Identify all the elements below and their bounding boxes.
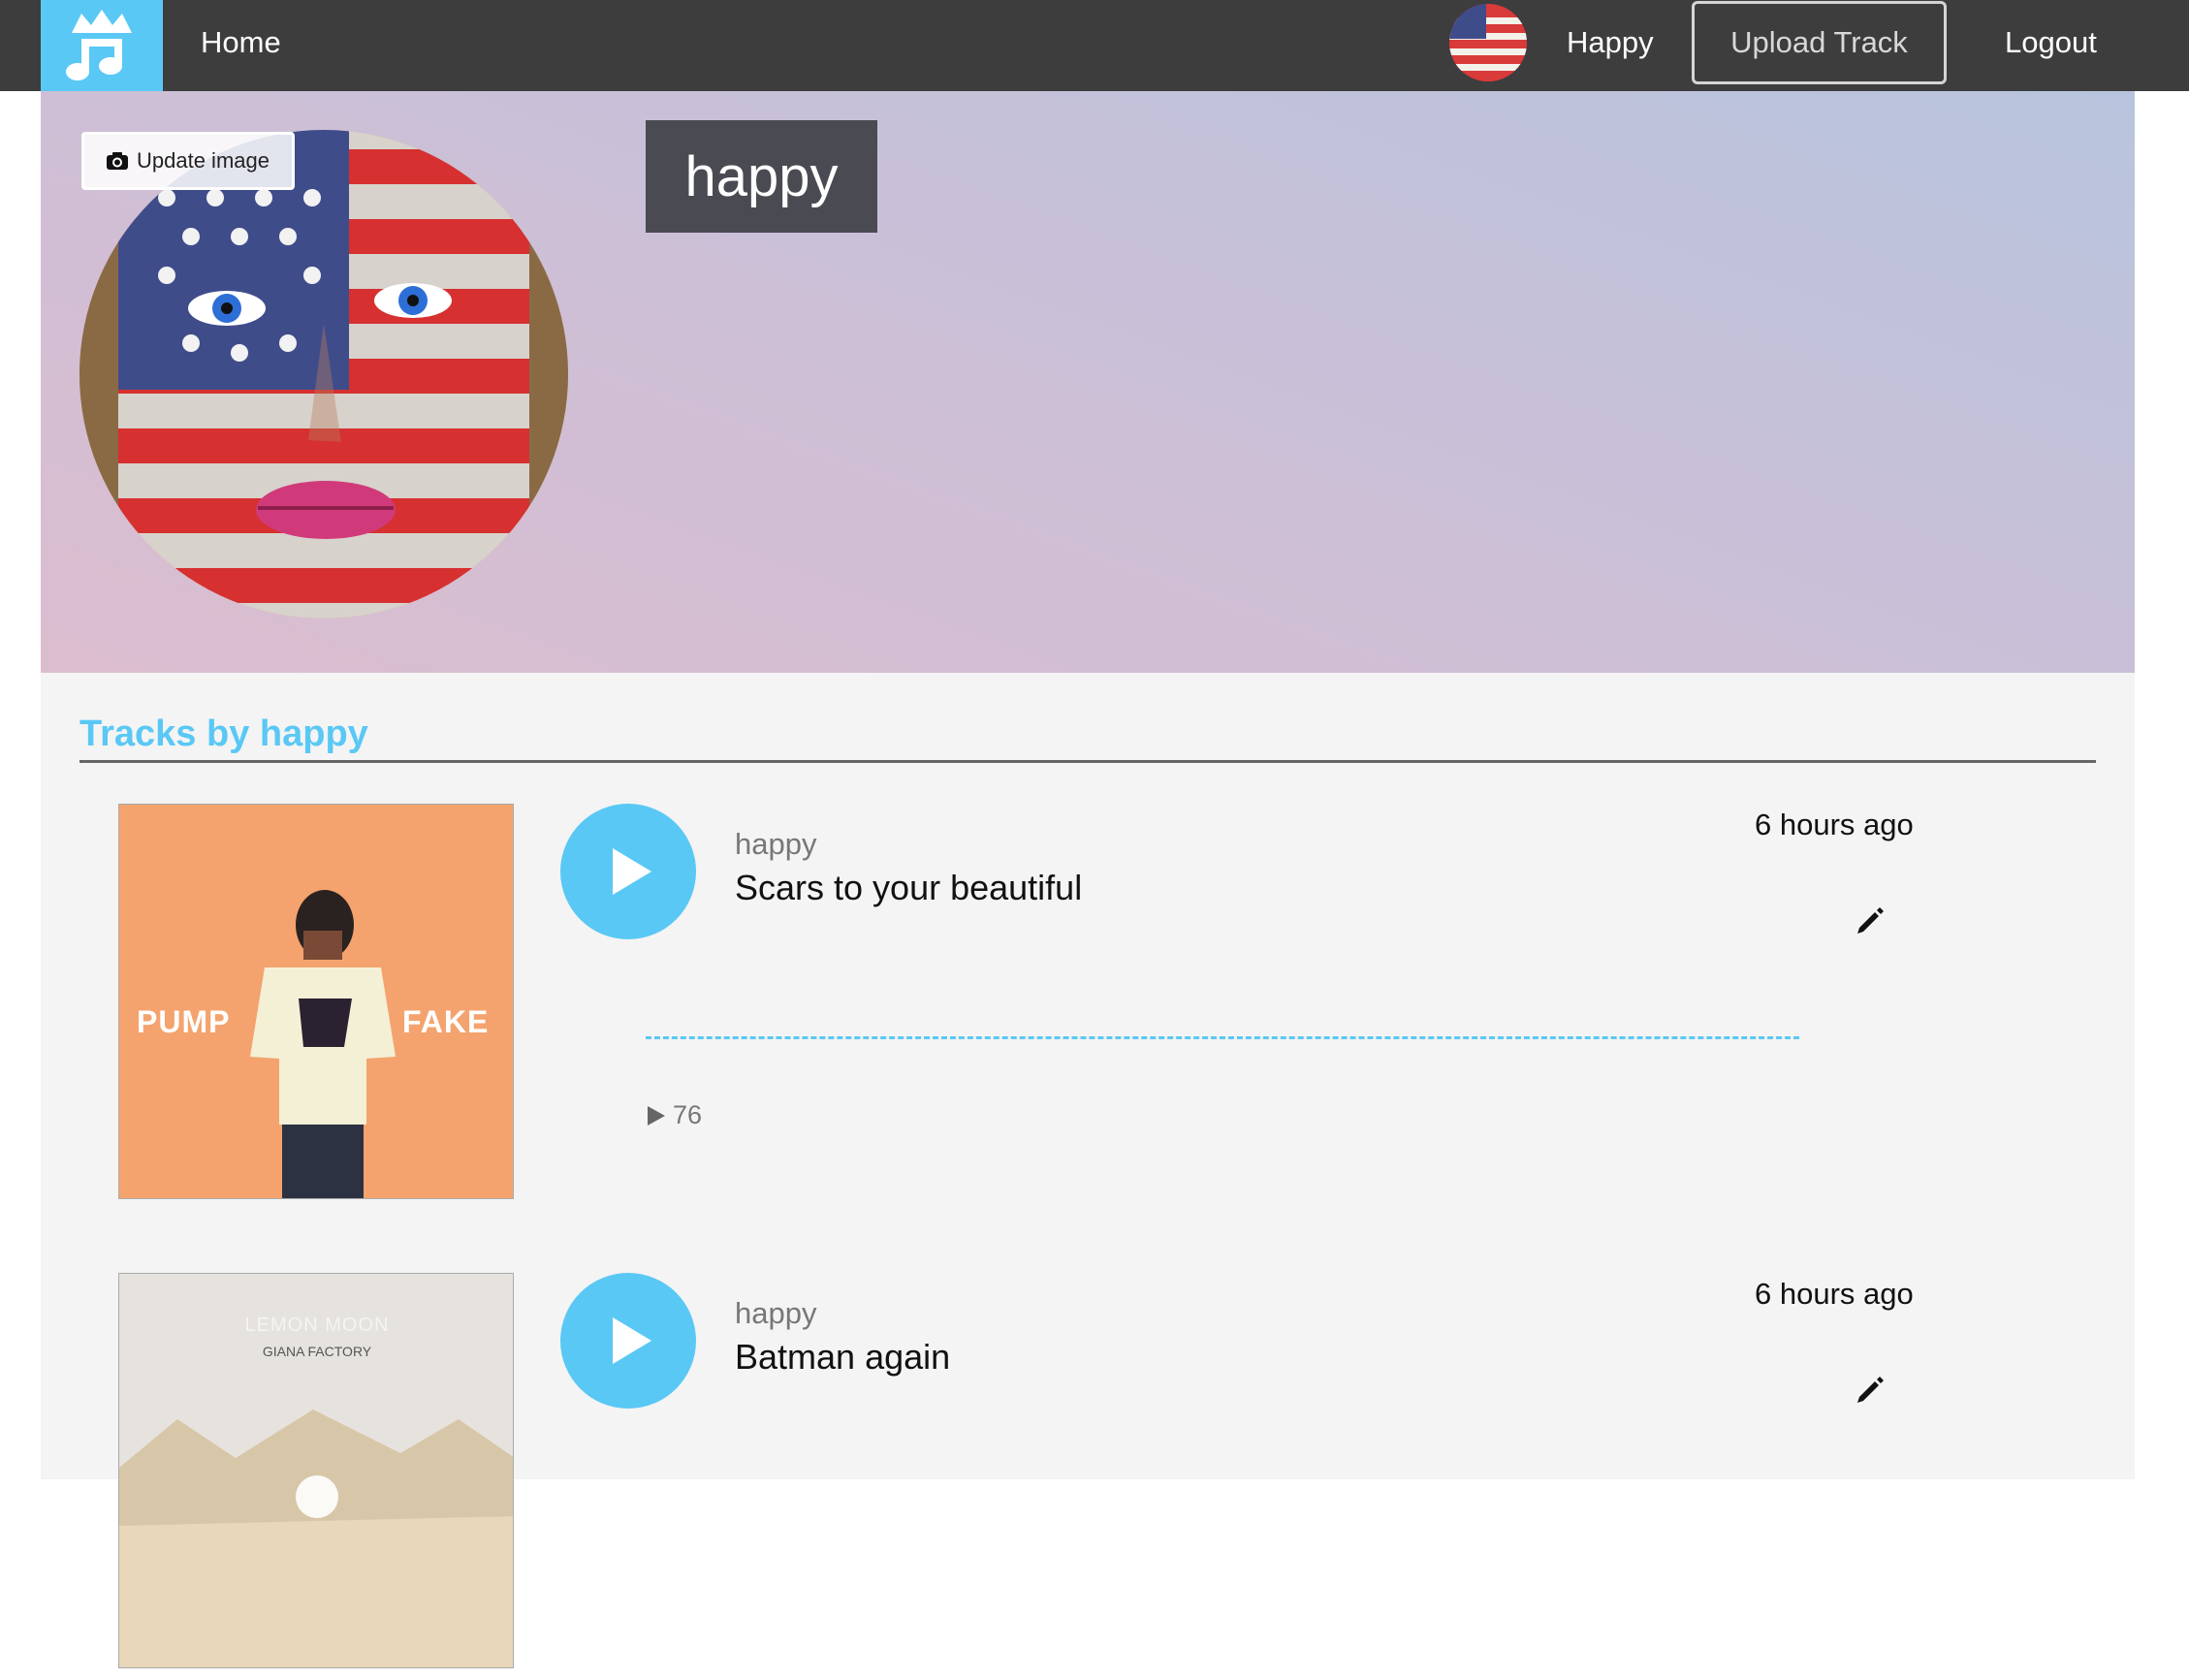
- nav-home-link[interactable]: Home: [201, 25, 281, 60]
- camera-icon: [106, 151, 129, 171]
- track-time-ago: 6 hours ago: [1755, 1277, 1914, 1311]
- profile-name-box: happy: [646, 120, 877, 233]
- upload-track-button[interactable]: Upload Track: [1692, 1, 1947, 84]
- edit-pencil-icon[interactable]: [1854, 1372, 1887, 1405]
- profile-display-name: happy: [684, 144, 839, 208]
- track-time-ago: 6 hours ago: [1755, 808, 1914, 841]
- play-button[interactable]: [560, 804, 696, 939]
- tracks-section-title: Tracks by happy: [79, 713, 368, 754]
- play-button[interactable]: [560, 1273, 696, 1409]
- track-cover-art[interactable]: PUMP FAKE: [118, 804, 514, 1199]
- section-divider: [79, 760, 2096, 763]
- main-content: Update image happy Tracks by happy PUMP …: [41, 91, 2135, 1668]
- track-item: PUMP FAKE happy Scars to your beautiful …: [118, 804, 2096, 1211]
- update-image-button[interactable]: Update image: [81, 132, 295, 190]
- track-title[interactable]: Scars to your beautiful: [735, 868, 1082, 908]
- play-count-icon: [648, 1105, 665, 1125]
- nav-user-name[interactable]: Happy: [1567, 25, 1654, 60]
- profile-avatar: [79, 130, 568, 618]
- logout-link[interactable]: Logout: [2005, 25, 2097, 60]
- play-count-value: 76: [673, 1100, 703, 1129]
- track-cover-art[interactable]: LEMON MOON GIANA FACTORY: [118, 1273, 514, 1668]
- track-title[interactable]: Batman again: [735, 1337, 950, 1378]
- cover-text-sub: GIANA FACTORY: [262, 1344, 372, 1359]
- profile-banner: Update image happy: [41, 91, 2135, 673]
- track-artist[interactable]: happy: [735, 1296, 816, 1331]
- play-icon: [613, 848, 651, 895]
- cover-text-left: PUMP: [137, 1004, 231, 1039]
- top-navbar: Home Happy Upload Track Logout: [0, 0, 2189, 91]
- crown-music-note-icon: [66, 10, 132, 80]
- track-artist[interactable]: happy: [735, 827, 816, 862]
- update-image-label: Update image: [137, 148, 270, 173]
- cover-text-top: LEMON MOON: [244, 1315, 390, 1336]
- nav-user-avatar[interactable]: [1449, 4, 1527, 81]
- track-item: LEMON MOON GIANA FACTORY happy Batman ag…: [118, 1273, 2096, 1680]
- play-icon: [613, 1317, 651, 1364]
- cover-text-right: FAKE: [402, 1004, 490, 1039]
- track-waveform[interactable]: [646, 1036, 1799, 1040]
- play-count: 76: [646, 1100, 702, 1130]
- logo[interactable]: [41, 0, 163, 91]
- edit-pencil-icon[interactable]: [1854, 903, 1887, 935]
